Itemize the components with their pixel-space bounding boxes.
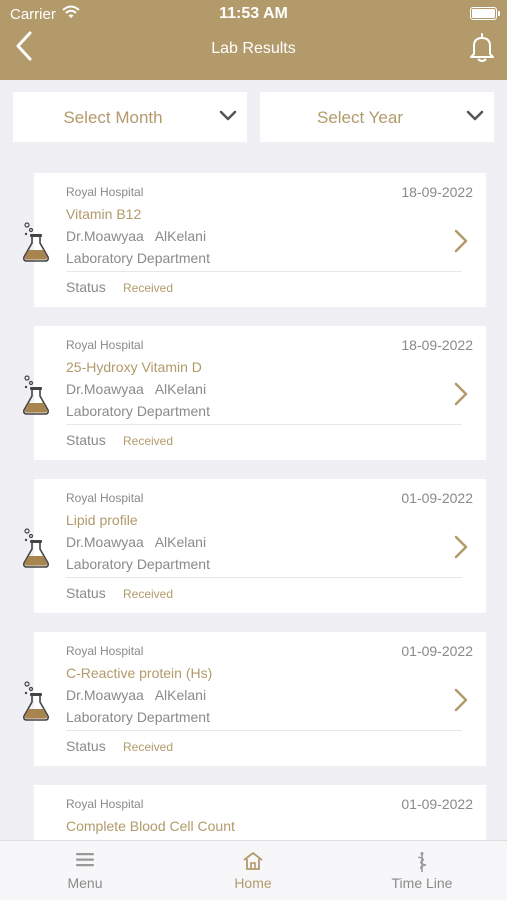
- test-name: 25-Hydroxy Vitamin D: [66, 359, 202, 375]
- flask-icon: [23, 222, 49, 262]
- lab-result-card[interactable]: Royal Hospital 18-09-2022 Vitamin B12 Dr…: [34, 173, 486, 307]
- chevron-down-icon: [466, 110, 484, 121]
- status-bar: Carrier 11:53 AM: [0, 0, 507, 28]
- test-name: Complete Blood Cell Count: [66, 818, 235, 834]
- department-name: Laboratory Department: [66, 556, 210, 572]
- month-select-label: Select Month: [63, 108, 163, 127]
- page-title: Lab Results: [211, 40, 296, 57]
- result-date: 01-09-2022: [401, 796, 473, 812]
- month-select[interactable]: Select Month: [13, 92, 247, 142]
- flask-icon: [23, 375, 49, 415]
- menu-icon: [76, 853, 94, 867]
- header: Carrier 11:53 AM Lab Results: [0, 0, 507, 80]
- chevron-right-icon: [454, 535, 468, 559]
- status-label: Status: [66, 279, 106, 295]
- chevron-down-icon: [219, 110, 237, 121]
- notifications-button[interactable]: [467, 32, 497, 64]
- caduceus-icon: [417, 852, 427, 872]
- doctor-name: Dr.Moawyaa AlKelani: [66, 534, 207, 550]
- doctor-name: Dr.Moawyaa AlKelani: [66, 687, 207, 703]
- lab-result-card[interactable]: Royal Hospital 01-09-2022 Lipid profile …: [34, 479, 486, 613]
- test-name: Lipid profile: [66, 512, 138, 528]
- chevron-right-icon: [454, 382, 468, 406]
- lab-result-card[interactable]: Royal Hospital 01-09-2022 Complete Blood…: [34, 785, 486, 841]
- department-name: Laboratory Department: [66, 709, 210, 725]
- department-name: Laboratory Department: [66, 250, 210, 266]
- status-badge: Received: [123, 434, 174, 448]
- flask-icon: [23, 528, 49, 568]
- clock: 11:53 AM: [219, 5, 288, 22]
- result-date: 18-09-2022: [401, 184, 473, 200]
- tab-label: Time Line: [391, 875, 453, 891]
- doctor-name: Dr.Moawyaa AlKelani: [66, 228, 207, 244]
- divider: [66, 271, 462, 272]
- test-name: C-Reactive protein (Hs): [66, 665, 213, 681]
- tab-label: Home: [234, 875, 272, 891]
- doctor-name: Dr.Moawyaa AlKelani: [66, 381, 207, 397]
- home-icon: [243, 852, 263, 870]
- status-label: Status: [66, 585, 106, 601]
- tab-bar: Menu Home Time Line: [0, 840, 507, 900]
- bell-icon: [470, 33, 494, 62]
- tab-label: Menu: [67, 875, 103, 891]
- hospital-name: Royal Hospital: [66, 338, 144, 352]
- department-name: Laboratory Department: [66, 403, 210, 419]
- tab-home[interactable]: Home: [188, 841, 318, 900]
- lab-result-card[interactable]: Royal Hospital 18-09-2022 25-Hydroxy Vit…: [34, 326, 486, 460]
- status-label: Status: [66, 432, 106, 448]
- year-select[interactable]: Select Year: [260, 92, 494, 142]
- chevron-right-icon: [454, 229, 468, 253]
- test-name: Vitamin B12: [66, 206, 142, 222]
- status-badge: Received: [123, 587, 174, 601]
- divider: [66, 730, 462, 731]
- hospital-name: Royal Hospital: [66, 491, 144, 505]
- hospital-name: Royal Hospital: [66, 185, 144, 199]
- status-badge: Received: [123, 740, 174, 754]
- tab-timeline[interactable]: Time Line: [357, 841, 487, 900]
- battery-icon: [470, 7, 500, 20]
- status-badge: Received: [123, 281, 174, 295]
- chevron-right-icon: [454, 688, 468, 712]
- status-label: Status: [66, 738, 106, 754]
- tab-menu[interactable]: Menu: [20, 841, 150, 900]
- result-date: 01-09-2022: [401, 643, 473, 659]
- hospital-name: Royal Hospital: [66, 644, 144, 658]
- flask-icon: [23, 681, 49, 721]
- divider: [66, 424, 462, 425]
- lab-result-card[interactable]: Royal Hospital 01-09-2022 C-Reactive pro…: [34, 632, 486, 766]
- result-date: 01-09-2022: [401, 490, 473, 506]
- hospital-name: Royal Hospital: [66, 797, 144, 811]
- year-select-label: Select Year: [316, 108, 403, 127]
- divider: [66, 577, 462, 578]
- result-date: 18-09-2022: [401, 337, 473, 353]
